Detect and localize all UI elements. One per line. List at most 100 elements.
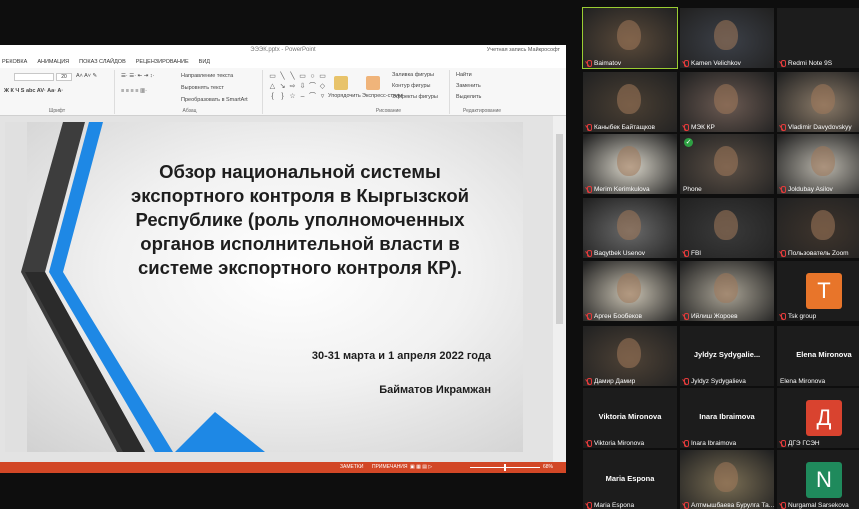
font-name-box[interactable]: [14, 73, 54, 81]
participant-tile[interactable]: T Tsk group: [777, 261, 859, 321]
mic-muted-icon: [780, 124, 786, 131]
zoom-slider-knob[interactable]: [504, 464, 506, 471]
ribbon: 20 A˄ A˅ ✎ Ж К Ч S abc AV· Aa· A· Шрифт …: [0, 68, 566, 116]
participant-silhouette: [714, 84, 738, 114]
mic-muted-icon: [780, 250, 786, 257]
participant-name-label: Phone: [683, 186, 702, 193]
ribbon-tabs: РЕКОВКА АНИМАЦИЯ ПОКАЗ СЛАЙДОВ РЕЦЕНЗИРО…: [0, 56, 566, 68]
scrollbar-thumb[interactable]: [556, 134, 563, 324]
select-button[interactable]: Выделить: [456, 94, 481, 100]
tab-rekovka[interactable]: РЕКОВКА: [2, 56, 27, 68]
participant-tile[interactable]: Арген Бообеков: [583, 261, 677, 321]
mic-muted-icon: [586, 186, 592, 193]
participant-tile[interactable]: Каныбек Байтащков: [583, 72, 677, 132]
participant-silhouette: [617, 84, 641, 114]
ribbon-group-editing: Найти Заменить Выделить Редактирование: [452, 70, 512, 114]
participant-name-label: Tsk group: [780, 313, 816, 320]
participant-tile[interactable]: Merim Kerimkulova: [583, 134, 677, 194]
participant-tile[interactable]: Redmi Note 9S: [777, 8, 859, 68]
participant-tile[interactable]: Алтмышбаева Бурулга Та...: [680, 450, 774, 509]
comments-button[interactable]: ПРИМЕЧАНИЯ: [372, 462, 408, 473]
participant-tile[interactable]: Baimatov: [582, 7, 678, 69]
deco-dark-lower: [25, 272, 145, 452]
tab-view[interactable]: ВИД: [199, 56, 210, 68]
font-format-icons[interactable]: Ж К Ч S abc AV· Aa· A·: [4, 88, 63, 94]
slide-title: Обзор национальной системы экспортного к…: [131, 161, 469, 278]
shape-outline-button[interactable]: Контур фигуры: [392, 83, 430, 89]
ribbon-group-drawing: Упорядочить Экспресс-стили Заливка фигур…: [328, 70, 450, 114]
align-icons[interactable]: ≡ ≡ ≡ ≡ ▥·: [121, 88, 147, 94]
group-label-font: Шрифт: [48, 108, 66, 114]
replace-button[interactable]: Заменить: [456, 83, 481, 89]
participant-name: Baqytbek Usenov: [594, 250, 645, 257]
participant-silhouette: [714, 273, 738, 303]
mic-muted-icon: [683, 313, 689, 320]
participant-name-label: МЭК КР: [683, 124, 715, 131]
participant-tile[interactable]: Joldubay Asilov: [777, 134, 859, 194]
participant-name-label: Алтмышбаева Бурулга Та...: [683, 502, 774, 509]
tab-review[interactable]: РЕЦЕНЗИРОВАНИЕ: [136, 56, 189, 68]
participant-tile[interactable]: FBI: [680, 198, 774, 258]
find-button[interactable]: Найти: [456, 72, 472, 78]
participant-silhouette: [617, 273, 641, 303]
participant-tile[interactable]: МЭК КР: [680, 72, 774, 132]
align-text-button[interactable]: Выровнять текст: [181, 85, 224, 91]
mic-muted-icon: [780, 313, 786, 320]
participant-tile[interactable]: Inara Ibraimova Inara Ibraimova: [680, 388, 774, 448]
zoom-level[interactable]: 68%: [543, 462, 553, 473]
participant-tile[interactable]: Д ДГЭ ГСЭН: [777, 388, 859, 448]
participant-name: Kamen Velichkov: [691, 60, 741, 67]
participant-tile[interactable]: Дамир Дамир: [583, 326, 677, 386]
participant-name-label: Дамир Дамир: [586, 378, 635, 385]
slide[interactable]: Обзор национальной системы экспортного к…: [5, 122, 523, 452]
participant-silhouette: [617, 210, 641, 240]
text-direction-button[interactable]: Направление текста: [181, 73, 233, 79]
font-size-box[interactable]: 20: [56, 73, 72, 81]
account-name[interactable]: Учетная запись Майкрософт: [487, 45, 560, 56]
participant-tile[interactable]: Пользователь Zoom: [777, 198, 859, 258]
arrange-button[interactable]: Упорядочить: [328, 93, 361, 99]
participant-name-label: Maria Espona: [586, 502, 634, 509]
font-grow-icons[interactable]: A˄ A˅ ✎: [76, 73, 97, 79]
group-label-paragraph: Абзац: [182, 108, 197, 114]
participant-tile[interactable]: Kamen Velichkov: [680, 8, 774, 68]
smartart-button[interactable]: Преобразовать в SmartArt: [181, 97, 248, 103]
mic-muted-icon: [586, 250, 592, 257]
mic-muted-icon: [683, 502, 689, 509]
participant-name-label: Пользователь Zoom: [780, 250, 849, 257]
participant-tile[interactable]: ✓ Phone: [680, 134, 774, 194]
window-title: ЭЭЭК.pptx - PowerPoint: [250, 47, 316, 53]
view-icons[interactable]: ▣ ▦ ▤ ▷: [410, 462, 432, 473]
participant-tile[interactable]: Elena Mironova Elena Mironova: [777, 326, 859, 386]
notes-button[interactable]: ЗАМЕТКИ: [340, 462, 363, 473]
vertical-scrollbar[interactable]: [553, 116, 566, 462]
check-icon: ✓: [684, 138, 693, 147]
tab-slideshow[interactable]: ПОКАЗ СЛАЙДОВ: [79, 56, 126, 68]
participant-tile[interactable]: Baqytbek Usenov: [583, 198, 677, 258]
participant-silhouette: [714, 210, 738, 240]
mic-muted-icon: [780, 186, 786, 193]
participant-name-label: ДГЭ ГСЭН: [780, 440, 820, 447]
participant-name-label: Арген Бообеков: [586, 313, 642, 320]
participant-name-label: Elena Mironova: [780, 378, 825, 385]
participant-name: Joldubay Asilov: [788, 186, 833, 193]
slide-author: Байматов Икрамжан: [379, 384, 491, 396]
participant-tile[interactable]: Jyldyz Sydygalie... Jyldyz Sydygalieva: [680, 326, 774, 386]
window-title-bar: ЭЭЭК.pptx - PowerPoint Учетная запись Ма…: [0, 45, 566, 56]
quick-styles-icon[interactable]: [366, 76, 380, 90]
participant-silhouette: [714, 20, 738, 50]
participant-tile[interactable]: Maria Espona Maria Espona: [583, 450, 677, 509]
tab-animation[interactable]: АНИМАЦИЯ: [37, 56, 69, 68]
shapes-gallery[interactable]: ▭ ╲ ╲ ▭ ○ ▭ △ ↘ ⇨ ⇩ ⌒ ◇ {} ☆ ⌢ ⌒ ▿: [268, 72, 326, 102]
arrange-icon[interactable]: [334, 76, 348, 90]
participant-name-label: Viktoria Mironova: [586, 440, 644, 447]
participant-tile[interactable]: Vladimir Davydovskyy: [777, 72, 859, 132]
participant-tile[interactable]: Ийлиш Жороев: [680, 261, 774, 321]
participant-tile[interactable]: N Nurgamal Sarsekova: [777, 450, 859, 509]
shape-fill-button[interactable]: Заливка фигуры: [392, 72, 434, 78]
list-icons[interactable]: ☰· ☰· ⇤ ⇥ ↕·: [121, 73, 154, 79]
participant-tile[interactable]: Viktoria Mironova Viktoria Mironova: [583, 388, 677, 448]
shape-effects-button[interactable]: Эффекты фигуры: [392, 94, 438, 100]
participant-name: Phone: [683, 186, 702, 193]
participant-name-label: Baimatov: [586, 60, 621, 67]
